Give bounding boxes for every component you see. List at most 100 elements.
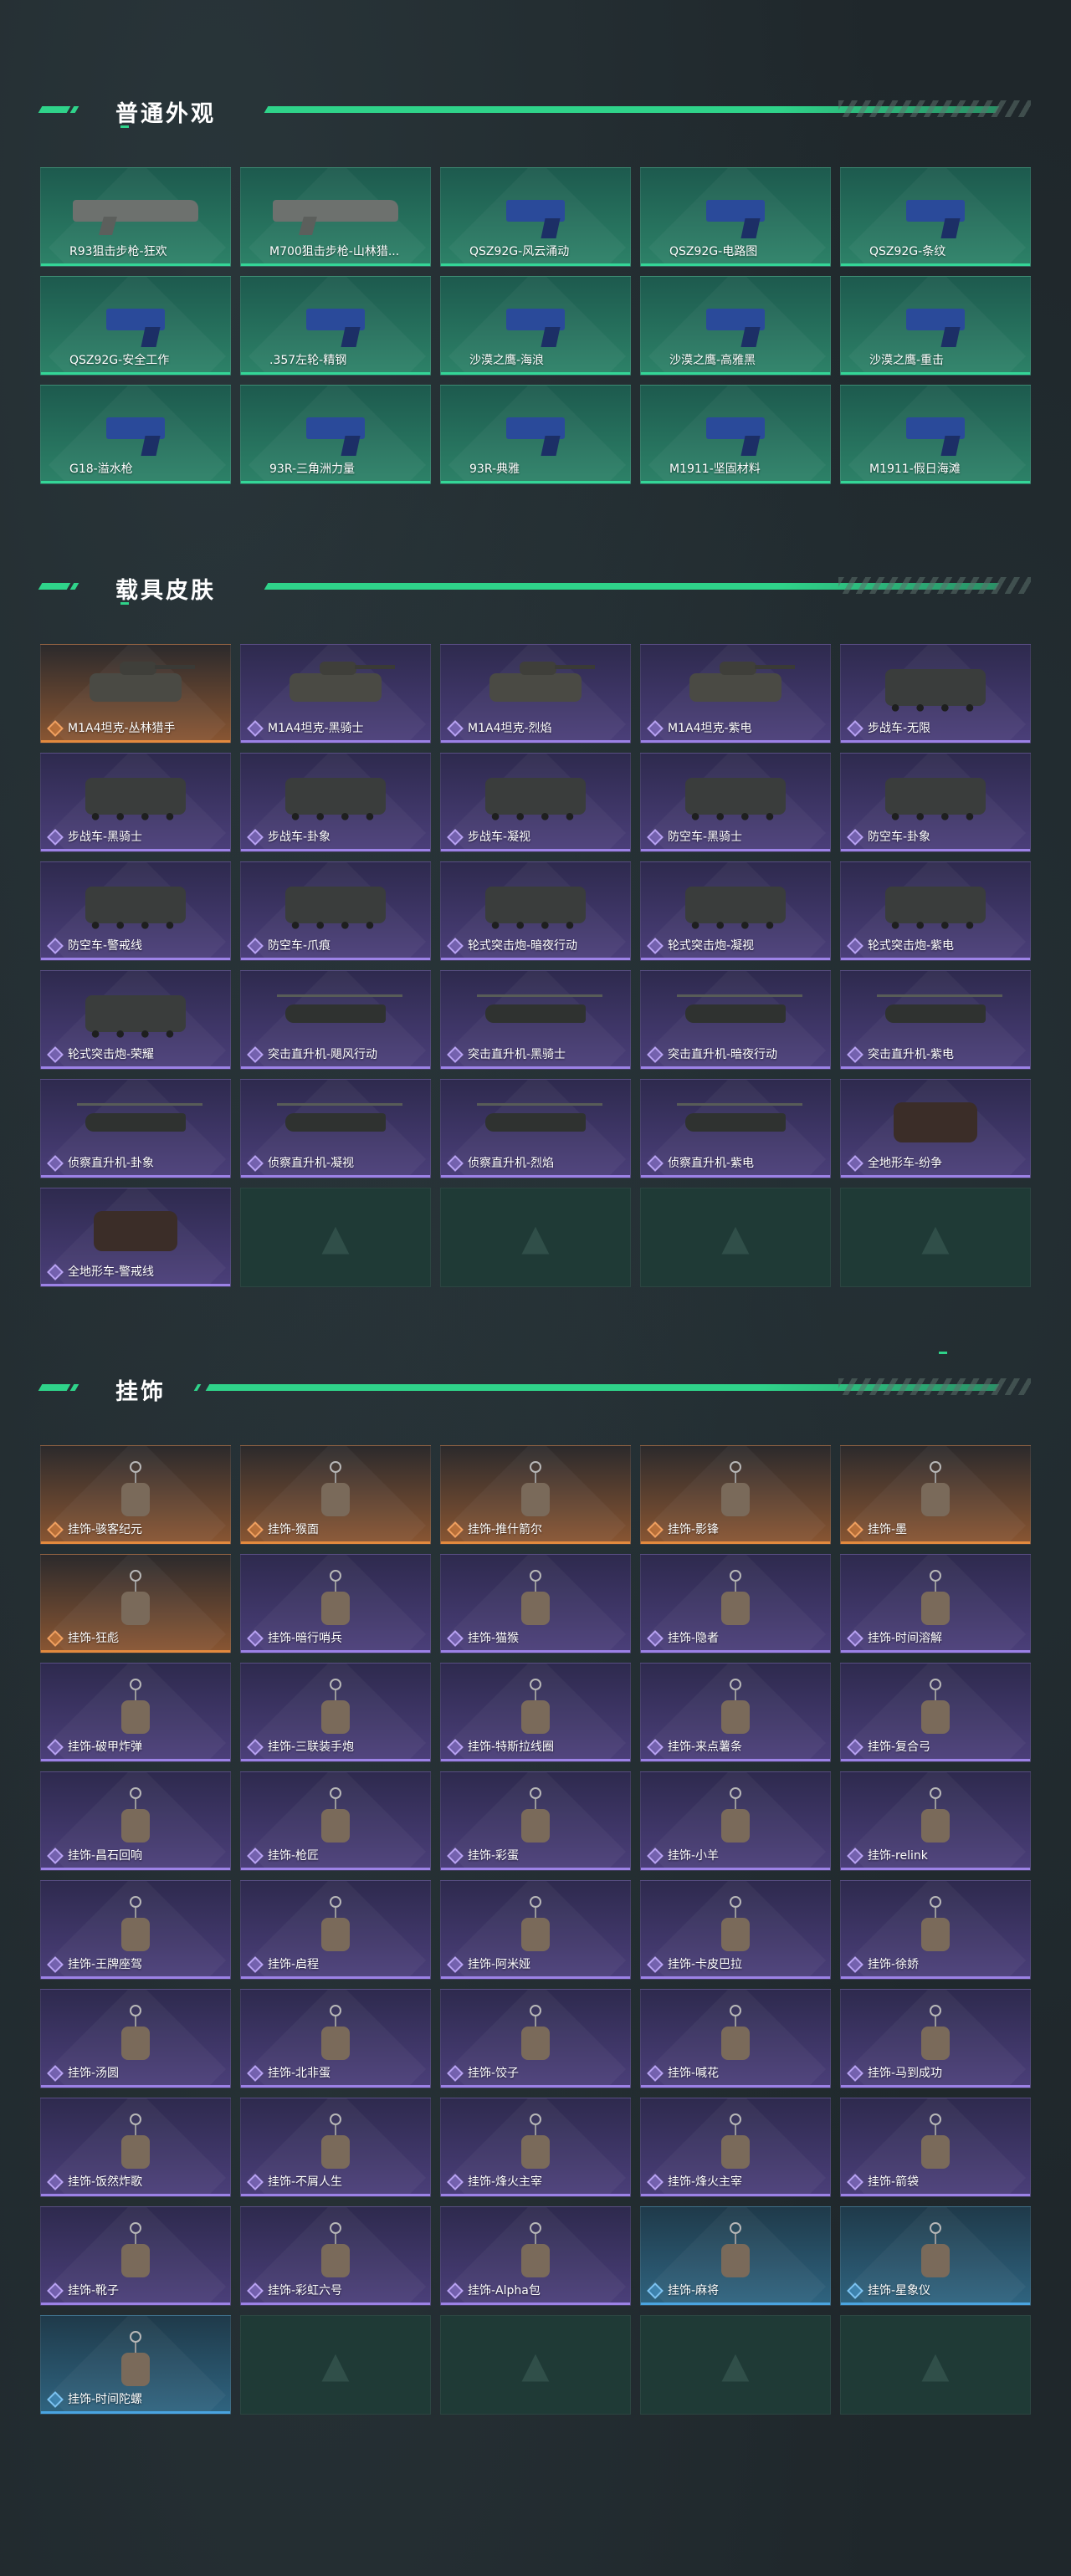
item-card[interactable]: M1911-坚固材料 — [640, 385, 831, 484]
item-card[interactable]: QSZ92G-风云涌动 — [440, 167, 631, 267]
item-card[interactable]: 侦察直升机-紫电 — [640, 1079, 831, 1178]
item-card[interactable]: M700狙击步枪-山林猎... — [240, 167, 431, 267]
item-label: 挂饰-烽火主宰 — [668, 2175, 743, 2189]
item-image — [721, 1570, 750, 1626]
item-card[interactable]: 步战车-凝视 — [440, 753, 631, 852]
item-card[interactable]: 全地形车-警戒线 — [40, 1188, 231, 1287]
charm-chain — [135, 1582, 136, 1592]
item-card[interactable]: QSZ92G-电路图 — [640, 167, 831, 267]
item-card[interactable]: 突击直升机-暗夜行动 — [640, 970, 831, 1070]
item-card[interactable]: 挂饰-烽火主宰 — [640, 2098, 831, 2197]
item-card[interactable]: 挂饰-枪匠 — [240, 1771, 431, 1871]
item-card[interactable]: 挂饰-启程 — [240, 1880, 431, 1980]
item-card[interactable]: 挂饰-时间陀螺 — [40, 2315, 231, 2415]
item-card[interactable]: 挂饰-不屑人生 — [240, 2098, 431, 2197]
item-card[interactable]: 侦察直升机-烈焰 — [440, 1079, 631, 1178]
charm-body — [121, 2027, 150, 2061]
item-card[interactable]: .357左轮-精钢 — [240, 276, 431, 376]
item-card[interactable]: 沙漠之鹰-海浪 — [440, 276, 631, 376]
item-card[interactable]: 全地形车-纷争 — [840, 1079, 1031, 1178]
item-card[interactable]: 挂饰-阿米娅 — [440, 1880, 631, 1980]
item-card[interactable]: 挂饰-墨 — [840, 1445, 1031, 1545]
item-card[interactable]: 挂饰-relink — [840, 1771, 1031, 1871]
item-card[interactable]: 挂饰-影锋 — [640, 1445, 831, 1545]
item-card[interactable]: G18-溢水枪 — [40, 385, 231, 484]
item-card[interactable]: 步战车-无限 — [840, 644, 1031, 744]
item-card[interactable]: M1911-假日海滩 — [840, 385, 1031, 484]
item-card[interactable]: 挂饰-彩虹六号 — [240, 2206, 431, 2306]
item-card[interactable]: 挂饰-骇客纪元 — [40, 1445, 231, 1545]
item-card[interactable]: 突击直升机-飓风行动 — [240, 970, 431, 1070]
item-card[interactable]: M1A4坦克-丛林猎手 — [40, 644, 231, 744]
item-card[interactable]: 侦察直升机-凝视 — [240, 1079, 431, 1178]
item-label: 挂饰-徐娇 — [868, 1958, 920, 1971]
item-card[interactable]: 挂饰-小羊 — [640, 1771, 831, 1871]
item-card[interactable]: 挂饰-推什箭尔 — [440, 1445, 631, 1545]
item-card[interactable]: 轮式突击炮-凝视 — [640, 861, 831, 961]
item-card[interactable]: QSZ92G-安全工作 — [40, 276, 231, 376]
empty-slot: ▲ — [640, 1188, 831, 1287]
item-card[interactable]: 挂饰-彩蛋 — [440, 1771, 631, 1871]
charm-body — [521, 2027, 550, 2061]
item-card[interactable]: 挂饰-麻将 — [640, 2206, 831, 2306]
item-card[interactable]: 挂饰-烽火主宰 — [440, 2098, 631, 2197]
item-card[interactable]: 挂饰-昌石回响 — [40, 1771, 231, 1871]
item-card[interactable]: 挂饰-猫猴 — [440, 1554, 631, 1653]
item-card[interactable]: 防空车-警戒线 — [40, 861, 231, 961]
item-card[interactable]: 挂饰-破甲炸弹 — [40, 1663, 231, 1762]
charm-chain — [935, 1473, 936, 1484]
item-label: M1A4坦克-黑骑士 — [268, 722, 364, 735]
item-image — [921, 1896, 950, 1952]
item-card[interactable]: 挂饰-徐娇 — [840, 1880, 1031, 1980]
item-card[interactable]: 挂饰-星象仪 — [840, 2206, 1031, 2306]
item-card[interactable]: 防空车-黑骑士 — [640, 753, 831, 852]
item-card[interactable]: 挂饰-北非蛋 — [240, 1989, 431, 2088]
charm-body — [121, 2135, 150, 2170]
item-card[interactable]: 挂饰-狂彪 — [40, 1554, 231, 1653]
item-card[interactable]: 挂饰-饭然炸歌 — [40, 2098, 231, 2197]
item-card[interactable]: 挂饰-复合弓 — [840, 1663, 1031, 1762]
item-label: 侦察直升机-紫电 — [668, 1157, 755, 1170]
item-card[interactable]: 挂饰-靴子 — [40, 2206, 231, 2306]
item-card[interactable]: 防空车-爪痕 — [240, 861, 431, 961]
item-card[interactable]: 挂饰-箭袋 — [840, 2098, 1031, 2197]
charm-icon — [121, 2113, 150, 2170]
item-card[interactable]: 侦察直升机-卦象 — [40, 1079, 231, 1178]
item-card[interactable]: 步战车-黑骑士 — [40, 753, 231, 852]
item-card[interactable]: 防空车-卦象 — [840, 753, 1031, 852]
item-label: 挂饰-猫猴 — [468, 1632, 520, 1645]
item-card[interactable]: QSZ92G-条纹 — [840, 167, 1031, 267]
item-card[interactable]: 沙漠之鹰-重击 — [840, 276, 1031, 376]
item-image — [506, 417, 565, 440]
item-card[interactable]: 挂饰-汤圆 — [40, 1989, 231, 2088]
item-card[interactable]: 挂饰-饺子 — [440, 1989, 631, 2088]
item-card[interactable]: 挂饰-三联装手炮 — [240, 1663, 431, 1762]
item-card[interactable]: 轮式突击炮-荣耀 — [40, 970, 231, 1070]
item-card[interactable]: 挂饰-卡皮巴拉 — [640, 1880, 831, 1980]
item-card[interactable]: M1A4坦克-烈焰 — [440, 644, 631, 744]
item-card[interactable]: 挂饰-Alpha包 — [440, 2206, 631, 2306]
item-card[interactable]: 93R-三角洲力量 — [240, 385, 431, 484]
item-card[interactable]: 挂饰-喊花 — [640, 1989, 831, 2088]
item-card[interactable]: R93狙击步枪-狂欢 — [40, 167, 231, 267]
item-card[interactable]: 挂饰-来点薯条 — [640, 1663, 831, 1762]
item-card[interactable]: 轮式突击炮-暗夜行动 — [440, 861, 631, 961]
item-label: 步战车-凝视 — [468, 831, 531, 844]
item-card[interactable]: M1A4坦克-紫电 — [640, 644, 831, 744]
item-card[interactable]: 挂饰-猴面 — [240, 1445, 431, 1545]
item-card[interactable]: M1A4坦克-黑骑士 — [240, 644, 431, 744]
item-card[interactable]: 挂饰-特斯拉线圈 — [440, 1663, 631, 1762]
item-card[interactable]: 挂饰-暗行哨兵 — [240, 1554, 431, 1653]
item-card[interactable]: 突击直升机-紫电 — [840, 970, 1031, 1070]
item-card[interactable]: 挂饰-马到成功 — [840, 1989, 1031, 2088]
item-card[interactable]: 突击直升机-黑骑士 — [440, 970, 631, 1070]
item-card[interactable]: 挂饰-时间溶解 — [840, 1554, 1031, 1653]
item-card[interactable]: 轮式突击炮-紫电 — [840, 861, 1031, 961]
item-label: 侦察直升机-烈焰 — [468, 1157, 555, 1170]
item-card[interactable]: 步战车-卦象 — [240, 753, 431, 852]
item-card[interactable]: 挂饰-隐者 — [640, 1554, 831, 1653]
item-card[interactable]: 挂饰-王牌座驾 — [40, 1880, 231, 1980]
charm-ring — [530, 1570, 541, 1582]
item-card[interactable]: 沙漠之鹰-高雅黑 — [640, 276, 831, 376]
item-card[interactable]: 93R-典雅 — [440, 385, 631, 484]
